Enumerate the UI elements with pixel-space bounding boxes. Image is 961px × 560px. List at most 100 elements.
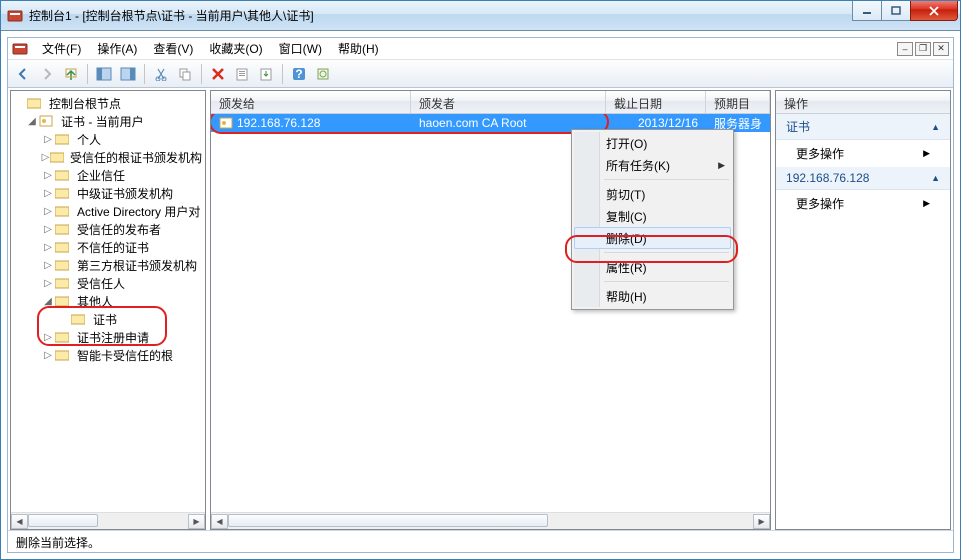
back-button[interactable] xyxy=(12,63,34,85)
show-hide-actions-button[interactable] xyxy=(117,63,139,85)
maximize-button[interactable] xyxy=(881,1,911,21)
tree-personal[interactable]: ▷个人 xyxy=(11,130,205,148)
list-body[interactable]: 192.168.76.128 haoen.com CA Root 2013/12… xyxy=(211,114,770,512)
tree-trusted-pub[interactable]: ▷ 受信任的发布者 xyxy=(11,220,205,238)
cm-delete[interactable]: 删除(D) xyxy=(574,227,731,249)
tree-third-party[interactable]: ▷ 第三方根证书颁发机构 xyxy=(11,256,205,274)
folder-icon xyxy=(55,330,71,344)
menu-action[interactable]: 操作(A) xyxy=(89,38,145,59)
tree-cert-user[interactable]: ◢证书 - 当前用户 xyxy=(11,112,205,130)
mdi-restore-button[interactable]: ❐ xyxy=(915,42,931,56)
tree-others[interactable]: ◢其他人 xyxy=(11,292,205,310)
collapse-icon[interactable]: ◢ xyxy=(25,116,39,127)
menu-favorites[interactable]: 收藏夹(O) xyxy=(201,38,270,59)
forward-button[interactable] xyxy=(36,63,58,85)
expand-icon[interactable]: ▷ xyxy=(41,152,50,163)
expand-icon[interactable]: ▷ xyxy=(41,350,55,361)
tree-ad-user[interactable]: ▷ Active Directory 用户对 xyxy=(11,202,205,220)
cm-open[interactable]: 打开(O) xyxy=(574,132,731,154)
tree-certs[interactable]: 证书 xyxy=(11,310,205,328)
expand-icon[interactable]: ▷ xyxy=(41,206,55,217)
titlebar[interactable]: 控制台1 - [控制台根节点\证书 - 当前用户\其他人\证书] xyxy=(1,1,960,31)
collapse-arrow-icon: ▲ xyxy=(931,122,940,132)
tree-trusted-root[interactable]: ▷受信任的根证书颁发机构 xyxy=(11,148,205,166)
folder-icon xyxy=(55,222,71,236)
cm-properties[interactable]: 属性(R) xyxy=(574,256,731,278)
tree-root-label: 控制台根节点 xyxy=(46,94,124,113)
tree-ent-trust[interactable]: ▷企业信任 xyxy=(11,166,205,184)
scroll-thumb[interactable] xyxy=(228,514,548,527)
tree-hscrollbar[interactable]: ◀ ▶ xyxy=(11,512,205,529)
expand-icon[interactable]: ▷ xyxy=(41,278,55,289)
mdi-close-button[interactable]: ✕ xyxy=(933,42,949,56)
scroll-track[interactable] xyxy=(228,514,753,529)
refresh-button[interactable] xyxy=(312,63,334,85)
col-expiry[interactable]: 截止日期 xyxy=(606,91,706,113)
folder-icon xyxy=(55,348,71,362)
col-purpose[interactable]: 预期目的 xyxy=(706,91,770,113)
menu-file[interactable]: 文件(F) xyxy=(34,38,89,59)
expand-icon[interactable]: ▷ xyxy=(41,188,55,199)
tree-smart-card[interactable]: ▷智能卡受信任的根 xyxy=(11,346,205,364)
tree-cert-enroll[interactable]: ▷证书注册申请 xyxy=(11,328,205,346)
delete-button[interactable] xyxy=(207,63,229,85)
svg-text:?: ? xyxy=(295,67,302,81)
actions-more-ops-1[interactable]: 更多操作▶ xyxy=(776,140,950,167)
scroll-left-button[interactable]: ◀ xyxy=(211,514,228,529)
col-issued-to[interactable]: 颁发给 xyxy=(211,91,411,113)
cert-item-icon xyxy=(219,117,233,129)
tree-untrusted[interactable]: ▷不信任的证书 xyxy=(11,238,205,256)
expand-icon[interactable]: ▷ xyxy=(41,134,55,145)
tree-label: 中级证书颁发机构 xyxy=(74,184,176,203)
cm-copy[interactable]: 复制(C) xyxy=(574,205,731,227)
folder-icon xyxy=(55,204,71,218)
cm-help[interactable]: 帮助(H) xyxy=(574,285,731,307)
window-buttons xyxy=(853,1,958,21)
scroll-left-button[interactable]: ◀ xyxy=(11,514,28,529)
minimize-button[interactable] xyxy=(852,1,882,21)
expand-icon[interactable]: ▷ xyxy=(41,242,55,253)
copy-button[interactable] xyxy=(174,63,196,85)
tree-label: 受信任的发布者 xyxy=(74,220,164,239)
tree-label: Active Directory 用户对 xyxy=(74,202,203,221)
cm-cut[interactable]: 剪切(T) xyxy=(574,183,731,205)
help-button[interactable]: ? xyxy=(288,63,310,85)
folder-icon xyxy=(55,132,71,146)
scroll-right-button[interactable]: ▶ xyxy=(188,514,205,529)
close-button[interactable] xyxy=(910,1,958,21)
actions-ip-section[interactable]: 192.168.76.128▲ xyxy=(776,167,950,190)
export-button[interactable] xyxy=(255,63,277,85)
up-button[interactable] xyxy=(60,63,82,85)
menu-view[interactable]: 查看(V) xyxy=(145,38,201,59)
app-window: 控制台1 - [控制台根节点\证书 - 当前用户\其他人\证书] 文件(F) 操… xyxy=(0,0,961,560)
folder-icon xyxy=(71,312,87,326)
scroll-thumb[interactable] xyxy=(28,514,98,527)
show-hide-tree-button[interactable] xyxy=(93,63,115,85)
folder-icon xyxy=(50,150,64,164)
expand-icon[interactable]: ▷ xyxy=(41,224,55,235)
expand-icon[interactable]: ▷ xyxy=(41,260,55,271)
tree-body[interactable]: 控制台根节点 ◢证书 - 当前用户 ▷个人 ▷受信任的根证书颁发机构 ▷企业信任… xyxy=(11,91,205,512)
properties-button[interactable] xyxy=(231,63,253,85)
cm-all-tasks[interactable]: 所有任务(K)▶ xyxy=(574,154,731,176)
cut-button[interactable] xyxy=(150,63,172,85)
app-icon xyxy=(7,8,23,24)
menu-help[interactable]: 帮助(H) xyxy=(330,38,387,59)
expand-icon[interactable]: ▷ xyxy=(41,332,55,343)
actions-cert-section[interactable]: 证书▲ xyxy=(776,114,950,140)
tree-trusted-people[interactable]: ▷受信任人 xyxy=(11,274,205,292)
menu-window[interactable]: 窗口(W) xyxy=(271,38,330,59)
scroll-right-button[interactable]: ▶ xyxy=(753,514,770,529)
scroll-track[interactable] xyxy=(28,514,188,529)
col-issued-by[interactable]: 颁发者 xyxy=(411,91,606,113)
actions-header: 操作 xyxy=(776,91,950,114)
collapse-icon[interactable]: ◢ xyxy=(41,296,55,307)
actions-more-ops-2[interactable]: 更多操作▶ xyxy=(776,190,950,217)
tree-intermediate[interactable]: ▷ 中级证书颁发机构 xyxy=(11,184,205,202)
mdi-minimize-button[interactable]: – xyxy=(897,42,913,56)
list-hscrollbar[interactable]: ◀ ▶ xyxy=(211,512,770,529)
context-menu: 打开(O) 所有任务(K)▶ 剪切(T) 复制(C) 删除(D) 属性(R) 帮… xyxy=(571,129,734,310)
expand-icon[interactable]: ▷ xyxy=(41,170,55,181)
tree-root[interactable]: 控制台根节点 xyxy=(11,94,205,112)
tree-label: 第三方根证书颁发机构 xyxy=(74,256,200,275)
